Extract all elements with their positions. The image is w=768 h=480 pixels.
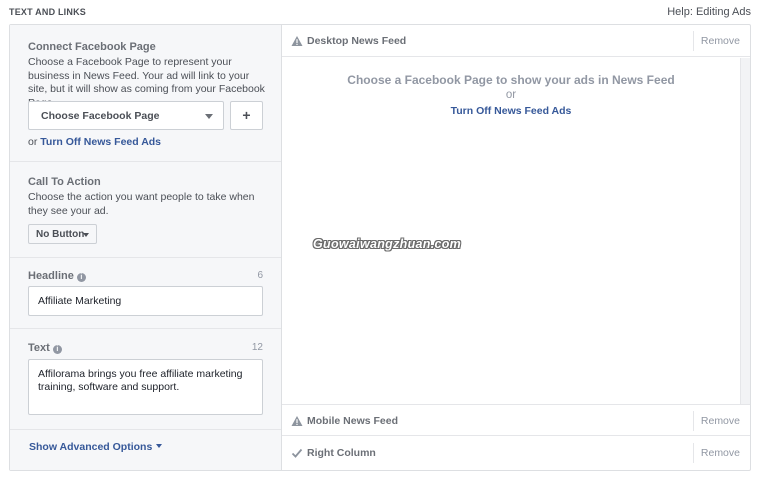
preview-or-text: or bbox=[505, 89, 517, 101]
call-to-action-description: Choose the action you want people to tak… bbox=[28, 191, 255, 217]
info-icon[interactable]: i bbox=[52, 345, 62, 354]
call-to-action-section: Call To Action Choose the action you wan… bbox=[10, 162, 281, 258]
divider bbox=[693, 31, 694, 51]
turn-off-line: or Turn Off News Feed Ads bbox=[28, 136, 161, 148]
text-label: Text bbox=[28, 342, 50, 354]
preview-scrollbar[interactable] bbox=[740, 58, 750, 404]
or-text: or bbox=[28, 136, 38, 148]
desktop-news-feed-title: Desktop News Feed bbox=[307, 35, 407, 47]
connect-page-section: Connect Facebook Page Choose a Facebook … bbox=[10, 25, 281, 162]
text-section: Text i 12 Affilorama brings you free affi… bbox=[10, 329, 281, 430]
preview-turn-off-link: Turn Off News Feed Ads bbox=[282, 105, 740, 117]
watermark-text: Guowaiwangzhuan.com bbox=[313, 237, 462, 251]
mobile-news-feed-header[interactable]: Mobile News Feed Remove bbox=[282, 404, 750, 436]
right-column-title: Right Column bbox=[307, 447, 376, 459]
preview-message: Choose a Facebook Page to show your ads … bbox=[347, 73, 675, 87]
divider bbox=[693, 411, 694, 431]
section-header: TEXT AND LINKS Help: Editing Ads bbox=[9, 6, 751, 21]
text-label-row: Text i bbox=[28, 342, 62, 354]
chevron-down-icon bbox=[156, 444, 163, 448]
remove-right-column-button[interactable]: Remove bbox=[701, 447, 740, 459]
ad-form-column: Connect Facebook Page Choose a Facebook … bbox=[10, 25, 282, 470]
remove-desktop-button[interactable]: Remove bbox=[701, 35, 740, 47]
divider bbox=[693, 443, 694, 463]
choose-page-select-label: Choose Facebook Page bbox=[41, 110, 160, 122]
show-advanced-options-link[interactable]: Show Advanced Options bbox=[29, 441, 163, 453]
help-editing-ads-link[interactable]: Help: Editing Ads bbox=[667, 6, 751, 18]
headline-section: Headline i 6 Affiliate Marketing bbox=[10, 258, 281, 329]
connect-page-title: Connect Facebook Page bbox=[28, 41, 156, 53]
text-char-count: 12 bbox=[251, 342, 263, 353]
call-to-action-title: Call To Action bbox=[28, 176, 101, 188]
show-advanced-options-label: Show Advanced Options bbox=[29, 441, 153, 453]
call-to-action-select[interactable]: No Button bbox=[28, 224, 97, 244]
section-title: TEXT AND LINKS bbox=[9, 7, 86, 17]
right-column-header[interactable]: Right Column Remove bbox=[282, 437, 750, 469]
warning-icon bbox=[291, 416, 303, 426]
mobile-news-feed-title: Mobile News Feed bbox=[307, 415, 399, 427]
desktop-news-feed-header[interactable]: Desktop News Feed Remove bbox=[282, 25, 750, 57]
choose-page-select[interactable]: Choose Facebook Page bbox=[28, 101, 224, 130]
turn-off-news-feed-link[interactable]: Turn Off News Feed Ads bbox=[40, 136, 161, 148]
chevron-down-icon bbox=[83, 233, 89, 237]
text-textarea[interactable]: Affilorama brings you free affiliate mar… bbox=[28, 359, 263, 415]
headline-input[interactable]: Affiliate Marketing bbox=[28, 286, 263, 316]
call-to-action-select-label: No Button bbox=[36, 229, 85, 240]
headline-char-count: 6 bbox=[257, 270, 263, 281]
preview-turn-off-news-feed-link[interactable]: Turn Off News Feed Ads bbox=[451, 105, 572, 117]
add-page-button[interactable]: + bbox=[230, 101, 263, 130]
headline-label-row: Headline i bbox=[28, 270, 86, 282]
desktop-preview-area: Choose a Facebook Page to show your ads … bbox=[282, 58, 740, 404]
remove-mobile-button[interactable]: Remove bbox=[701, 415, 740, 427]
warning-icon bbox=[291, 36, 303, 46]
info-icon[interactable]: i bbox=[76, 273, 86, 282]
chevron-down-icon bbox=[205, 114, 213, 119]
headline-label: Headline bbox=[28, 270, 74, 282]
check-icon bbox=[291, 448, 303, 458]
